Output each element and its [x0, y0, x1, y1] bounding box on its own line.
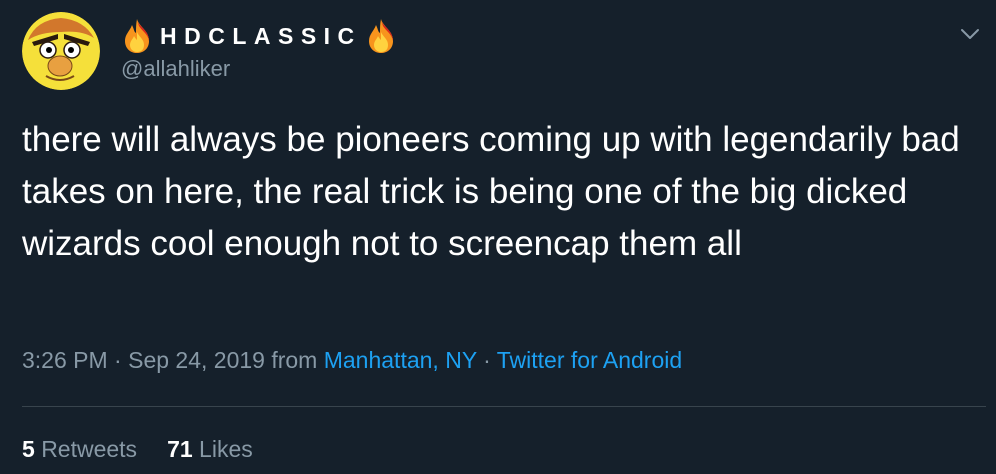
tweet-time[interactable]: 3:26 PM — [22, 347, 108, 373]
likes-stat[interactable]: 71 Likes — [167, 436, 253, 462]
divider — [22, 406, 986, 407]
avatar[interactable] — [22, 12, 100, 90]
source-link[interactable]: Twitter for Android — [497, 347, 682, 373]
meta-separator: · — [107, 347, 129, 373]
likes-label: Likes — [199, 436, 253, 462]
display-name: HDCLASSIC — [160, 22, 362, 49]
retweets-count: 5 — [22, 436, 35, 462]
user-handle[interactable]: @allahliker — [121, 56, 230, 82]
fire-icon — [120, 18, 154, 54]
retweets-label: Retweets — [41, 436, 138, 462]
likes-count: 71 — [167, 436, 193, 462]
from-label: from — [264, 347, 324, 373]
retweets-stat[interactable]: 5 Retweets — [22, 436, 137, 462]
tweet-card: HDCLASSIC @allahliker there will always … — [0, 0, 996, 474]
tweet-text: there will always be pioneers coming up … — [22, 120, 960, 263]
display-name-row[interactable]: HDCLASSIC — [120, 17, 398, 55]
meta-separator: · — [476, 347, 497, 373]
tweet-stats: 5 Retweets 71 Likes — [22, 436, 283, 463]
tweet-date[interactable]: Sep 24, 2019 — [128, 347, 265, 373]
fire-icon — [364, 18, 398, 54]
tweet-meta: 3:26 PM · Sep 24, 2019 from Manhattan, N… — [22, 347, 682, 374]
chevron-down-icon[interactable] — [958, 22, 982, 46]
location-link[interactable]: Manhattan, NY — [324, 347, 477, 373]
